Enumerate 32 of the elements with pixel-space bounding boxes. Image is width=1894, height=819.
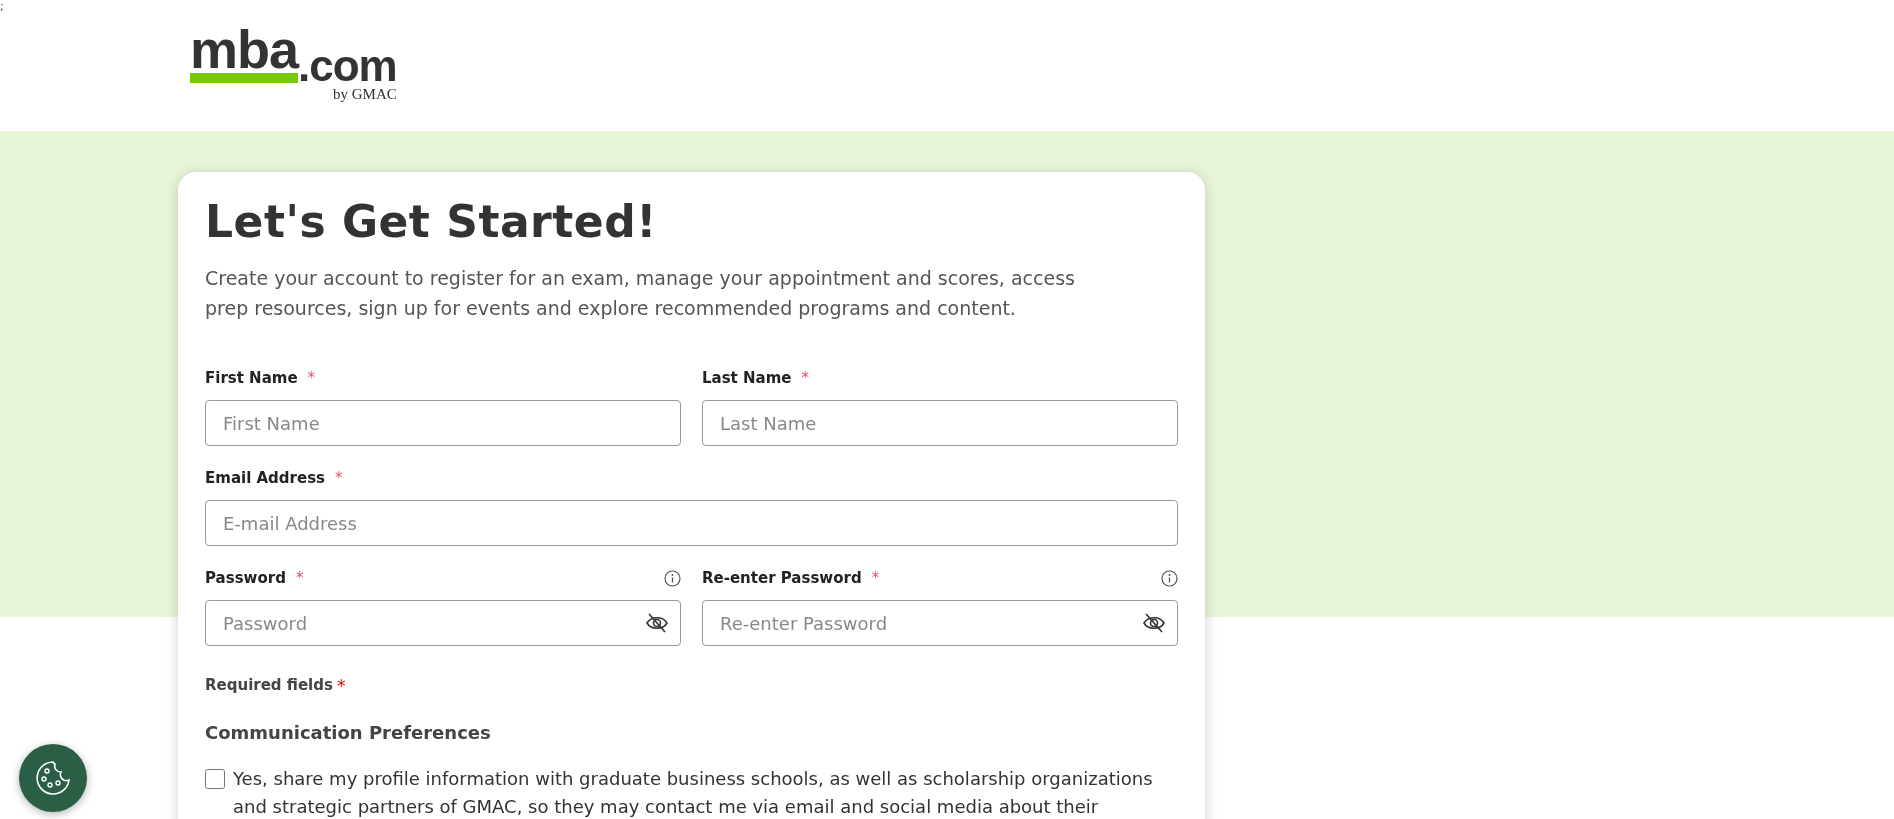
stray-text: ; [0,0,4,13]
required-mark: * [307,369,316,387]
input-field[interactable]: Password [205,600,681,646]
field-label: Re-enter Password [702,569,862,587]
eye-slash-icon[interactable] [645,612,669,634]
input-field[interactable]: First Name [205,400,681,446]
logo-wordmark: mba [190,27,299,84]
form-title: Let's Get Started! [205,196,658,247]
required-mark: * [801,369,809,387]
input-field[interactable]: Re-enter Password [702,600,1178,646]
consent-text: Yes, share my profile information with graduate business schools, as well as scholarship organizations and strategic partners of GMAC, so they may contact me via email and social media about their [233,767,1154,819]
logo-tagline: by GMAC [333,86,397,104]
required-note: Required fields [205,676,333,694]
field-label: First Name [205,369,298,387]
required-mark: * [336,676,346,696]
form-description: Create your account to register for an exam, manage your appointment and scores, access prep resources, sign up for events and explore recommended programs and content. [205,266,1076,321]
required-mark: * [871,569,880,587]
logo-suffix: .com [298,47,397,84]
section-title: Communication Preferences [205,722,492,743]
input-field[interactable]: E-mail Address [205,500,1178,546]
cookie-icon [33,758,73,798]
eye-slash-icon[interactable] [1142,612,1166,634]
cookie-settings-button[interactable] [19,744,87,812]
info-icon[interactable] [664,569,681,587]
field-label: Password [205,569,286,587]
input-field[interactable]: Last Name [702,400,1178,446]
required-mark: * [335,469,343,487]
consent-checkbox[interactable] [205,769,225,789]
info-icon[interactable] [1161,569,1178,587]
field-label: Last Name [702,369,792,387]
required-mark: * [295,569,304,587]
field-label: Email Address [205,469,325,487]
